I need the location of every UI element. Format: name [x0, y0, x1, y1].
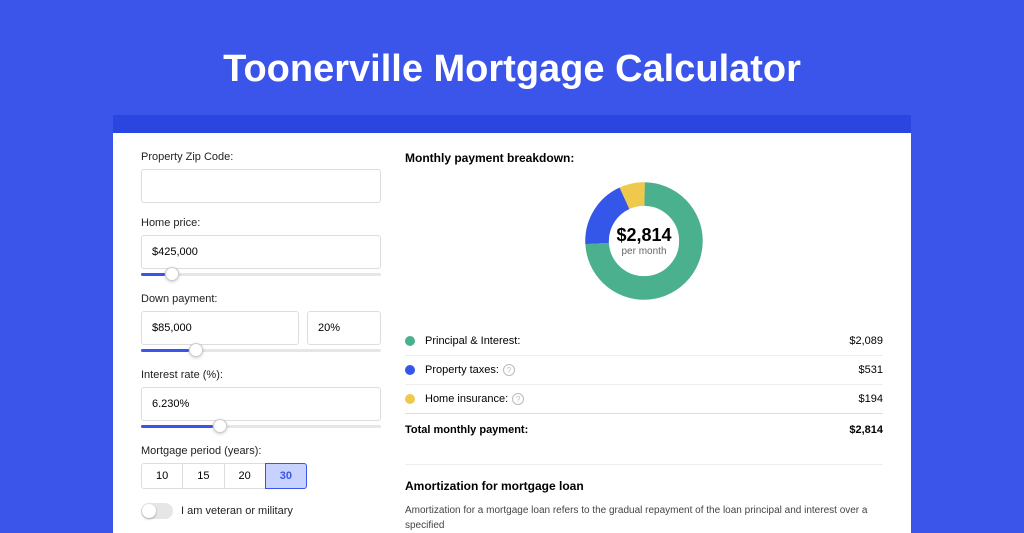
rate-input[interactable] [141, 387, 381, 421]
home-price-slider[interactable] [141, 271, 381, 279]
swatch-yellow-icon [405, 394, 415, 404]
rate-slider[interactable] [141, 423, 381, 431]
period-label: Mortgage period (years): [141, 445, 381, 457]
legend-label: Principal & Interest: [425, 335, 520, 347]
amortization-section: Amortization for mortgage loan Amortizat… [405, 464, 883, 533]
home-price-label: Home price: [141, 217, 381, 229]
down-payment-label: Down payment: [141, 293, 381, 305]
total-value: $2,814 [849, 424, 883, 436]
period-10[interactable]: 10 [141, 463, 183, 489]
card-outer: Property Zip Code: Home price: Down paym… [113, 115, 911, 533]
period-20[interactable]: 20 [224, 463, 266, 489]
period-30[interactable]: 30 [265, 463, 307, 489]
amortization-title: Amortization for mortgage loan [405, 464, 883, 503]
legend-value: $194 [859, 393, 883, 405]
legend-row-green: Principal & Interest: $2,089 [405, 327, 883, 356]
page-title: Toonerville Mortgage Calculator [0, 0, 1024, 115]
help-icon[interactable]: ? [503, 364, 515, 376]
rate-group: Interest rate (%): [141, 369, 381, 431]
period-selector: 10152030 [141, 463, 381, 489]
total-row: Total monthly payment: $2,814 [405, 414, 883, 446]
zip-input[interactable] [141, 169, 381, 203]
donut-chart: $2,814 per month [405, 179, 883, 303]
swatch-green-icon [405, 336, 415, 346]
amortization-text: Amortization for a mortgage loan refers … [405, 503, 883, 533]
period-group: Mortgage period (years): 10152030 [141, 445, 381, 489]
legend-label: Property taxes: [425, 364, 499, 376]
breakdown-panel: Monthly payment breakdown: $2,814 per mo… [405, 151, 883, 533]
form-panel: Property Zip Code: Home price: Down paym… [141, 151, 381, 533]
veteran-toggle[interactable] [141, 503, 173, 519]
veteran-row: I am veteran or military [141, 503, 381, 519]
rate-label: Interest rate (%): [141, 369, 381, 381]
legend-row-yellow: Home insurance:? $194 [405, 385, 883, 414]
down-payment-group: Down payment: [141, 293, 381, 355]
down-payment-slider[interactable] [141, 347, 381, 355]
donut-amount: $2,814 [616, 225, 671, 246]
down-payment-pct-input[interactable] [307, 311, 381, 345]
total-label: Total monthly payment: [405, 424, 528, 436]
donut-sub: per month [621, 246, 666, 257]
legend-value: $2,089 [849, 335, 883, 347]
help-icon[interactable]: ? [512, 393, 524, 405]
calculator-card: Property Zip Code: Home price: Down paym… [113, 133, 911, 533]
legend-value: $531 [859, 364, 883, 376]
legend-row-blue: Property taxes:? $531 [405, 356, 883, 385]
breakdown-title: Monthly payment breakdown: [405, 151, 883, 165]
veteran-label: I am veteran or military [181, 505, 293, 517]
zip-label: Property Zip Code: [141, 151, 381, 163]
zip-group: Property Zip Code: [141, 151, 381, 203]
slider-thumb-icon[interactable] [189, 343, 203, 357]
slider-thumb-icon[interactable] [165, 267, 179, 281]
home-price-group: Home price: [141, 217, 381, 279]
slider-thumb-icon[interactable] [213, 419, 227, 433]
donut-center: $2,814 per month [582, 179, 706, 303]
home-price-input[interactable] [141, 235, 381, 269]
legend-label: Home insurance: [425, 393, 508, 405]
period-15[interactable]: 15 [182, 463, 224, 489]
down-payment-input[interactable] [141, 311, 299, 345]
swatch-blue-icon [405, 365, 415, 375]
